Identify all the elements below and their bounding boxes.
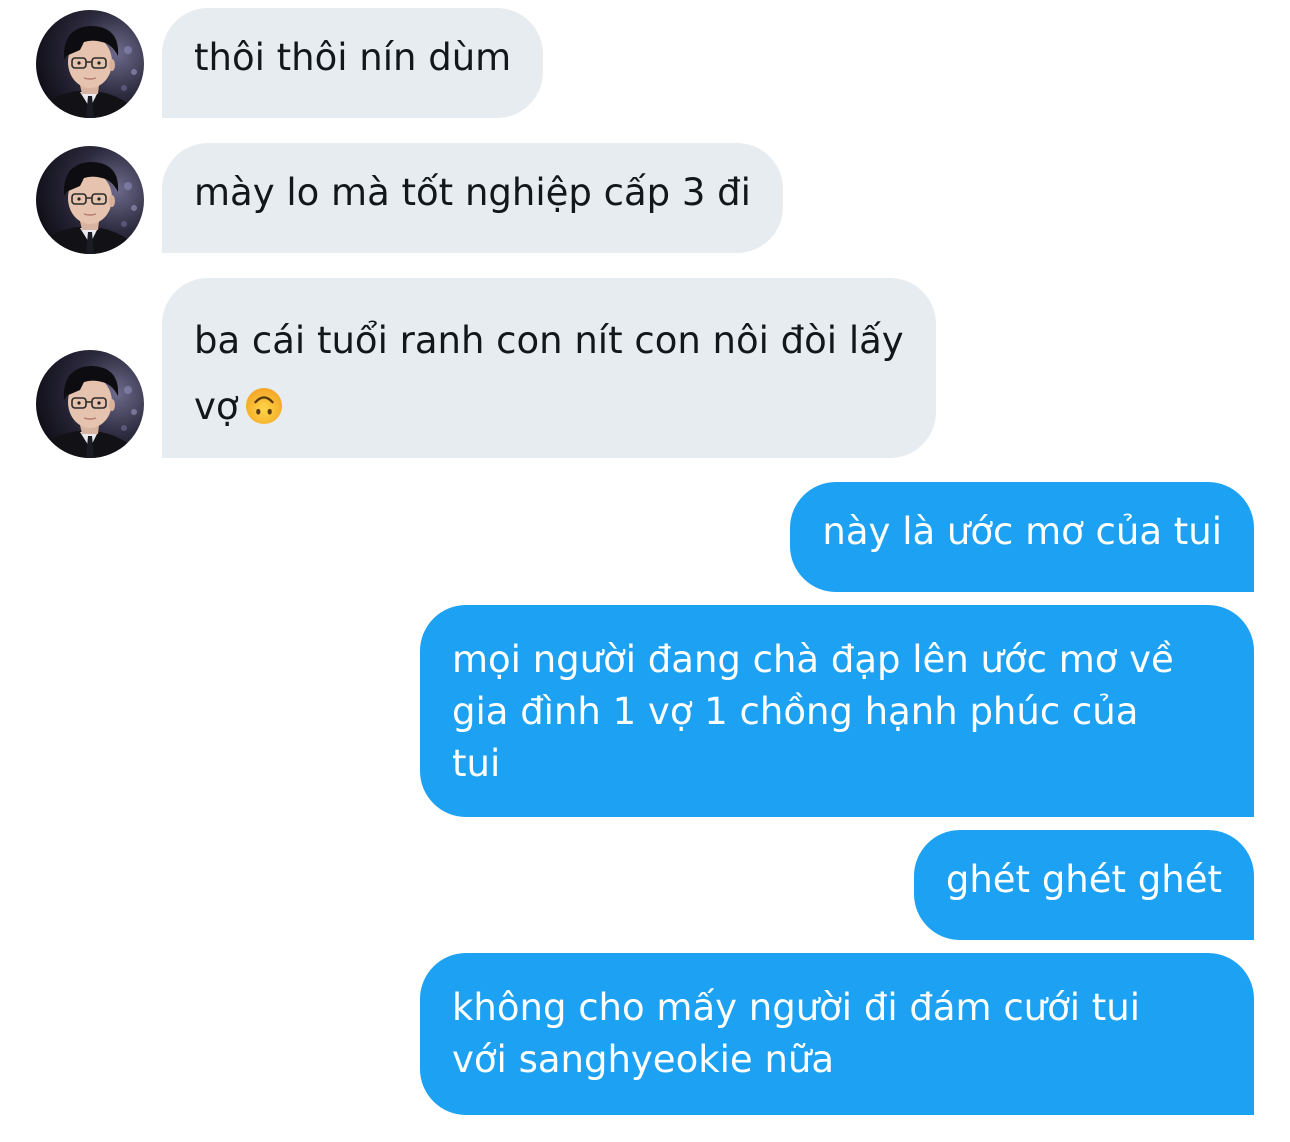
- message-text: không cho mấy người đi đám cưới tui: [452, 986, 1141, 1029]
- avatar-icon: [36, 10, 144, 118]
- message-text: gia đình 1 vợ 1 chồng hạnh phúc của: [452, 690, 1139, 733]
- outgoing-message[interactable]: ghét ghét ghét: [913, 830, 1254, 940]
- upside-down-face-icon: [245, 387, 282, 425]
- message-text: này là ước mơ của tui: [822, 510, 1222, 553]
- outgoing-message[interactable]: này là ước mơ của tui: [790, 482, 1254, 592]
- sender-avatar[interactable]: [36, 146, 144, 254]
- incoming-message[interactable]: mày lo mà tốt nghiệp cấp 3 đi: [162, 143, 783, 253]
- sender-avatar[interactable]: [36, 350, 144, 458]
- message-text: tui: [452, 742, 501, 785]
- message-text: ba cái tuổi ranh con nít con nôi đòi lấy: [194, 319, 904, 362]
- incoming-message[interactable]: ba cái tuổi ranh con nít con nôi đòi lấy…: [162, 278, 936, 458]
- message-text-line: vợ: [194, 374, 904, 440]
- avatar-icon: [36, 146, 144, 254]
- avatar-icon: [36, 350, 144, 458]
- message-text: với sanghyeokie nữa: [452, 1038, 835, 1081]
- incoming-message[interactable]: thôi thôi nín dùm: [162, 8, 544, 118]
- sender-avatar[interactable]: [36, 10, 144, 118]
- outgoing-message[interactable]: mọi người đang chà đạp lên ước mơ về gia…: [420, 605, 1254, 817]
- message-text: vợ: [194, 385, 239, 428]
- message-text: mọi người đang chà đạp lên ước mơ về: [452, 638, 1174, 681]
- message-text: thôi thôi nín dùm: [194, 36, 512, 79]
- message-text: ghét ghét ghét: [945, 858, 1222, 901]
- message-text: mày lo mà tốt nghiệp cấp 3 đi: [194, 171, 751, 214]
- outgoing-message[interactable]: không cho mấy người đi đám cưới tui với …: [420, 953, 1254, 1115]
